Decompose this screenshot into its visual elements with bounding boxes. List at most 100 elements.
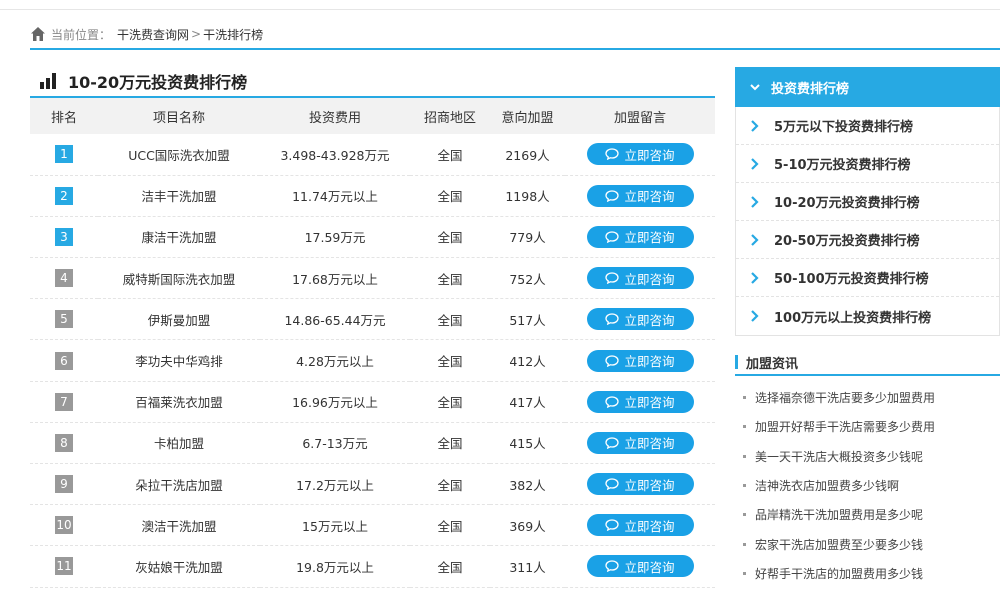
news-item[interactable]: 好帮手干洗店的加盟费用多少钱 (735, 559, 1000, 588)
consult-button[interactable]: 立即咨询 (586, 143, 694, 166)
project-name[interactable]: 伊斯曼加盟 (98, 298, 260, 341)
news-item-label: 美一天干洗店大概投资多少钱呢 (755, 449, 924, 464)
project-name[interactable]: 澳洁干洗加盟 (98, 504, 260, 547)
sidebar-item[interactable]: 20-50万元投资费排行榜 (736, 221, 999, 259)
project-name[interactable]: 卡柏加盟 (98, 422, 260, 465)
intent-count: 517人 (490, 298, 565, 341)
table-row: 2 洁丰干洗加盟 11.74万元以上 全国 1198人 立即咨询 (30, 175, 715, 217)
consult-button[interactable]: 立即咨询 (586, 184, 694, 207)
region: 全国 (410, 257, 490, 300)
chevron-right-icon (751, 195, 759, 208)
chat-bubble-icon (605, 313, 620, 326)
message-cell: 立即咨询 (565, 463, 715, 506)
project-name[interactable]: UCC国际洗衣加盟 (98, 134, 260, 176)
rank-cell: 10 (30, 504, 98, 547)
news-header-mark (735, 355, 738, 369)
project-name[interactable]: 朵拉干洗店加盟 (98, 463, 260, 506)
intent-count: 417人 (490, 381, 565, 423)
news-item[interactable]: 美一天干洗店大概投资多少钱呢 (735, 442, 1000, 471)
consult-button[interactable]: 立即咨询 (586, 349, 694, 372)
project-name[interactable]: 康洁干洗加盟 (98, 216, 260, 259)
consult-button[interactable]: 立即咨询 (586, 225, 694, 248)
page-title: 10-20万元投资费排行榜 (68, 72, 248, 92)
investment-cost: 17.2万元以上 (260, 463, 410, 506)
rank-badge: 5 (55, 310, 73, 329)
column-header-region: 招商地区 (410, 98, 490, 134)
intent-count: 369人 (490, 504, 565, 547)
column-header-message: 加盟留言 (565, 98, 715, 134)
news-item-label: 品岸精洗干洗加盟费用是多少呢 (755, 508, 924, 523)
news-panel: 加盟资讯 选择福奈德干洗店要多少加盟费用 加盟开好帮手干洗店需要多少费用美一天干洗… (735, 350, 1000, 588)
breadcrumb-separator: > (191, 27, 202, 41)
rank-badge: 10 (55, 516, 73, 535)
consult-button[interactable]: 立即咨询 (586, 555, 694, 578)
consult-button[interactable]: 立即咨询 (586, 308, 694, 331)
investment-cost: 19.8万元以上 (260, 545, 410, 588)
intent-count: 382人 (490, 463, 565, 506)
chat-bubble-icon (605, 519, 620, 532)
investment-cost: 3.498-43.928万元 (260, 134, 410, 176)
sidebar-item-label: 5万元以下投资费排行榜 (774, 120, 914, 135)
sidebar-item[interactable]: 50-100万元投资费排行榜 (736, 259, 999, 297)
breadcrumb-link-ranking[interactable]: 干洗排行榜 (203, 26, 263, 43)
bullet-icon (743, 484, 746, 488)
investment-cost: 14.86-65.44万元 (260, 298, 410, 341)
rank-badge: 8 (55, 433, 73, 452)
project-name[interactable]: 百福莱洗衣加盟 (98, 381, 260, 423)
consult-button[interactable]: 立即咨询 (586, 514, 694, 537)
table-row: 7 百福莱洗衣加盟 16.96万元以上 全国 417人 立即咨询 (30, 381, 715, 423)
sidebar-item[interactable]: 10-20万元投资费排行榜 (736, 183, 999, 221)
table-row: 11 灰姑娘干洗加盟 19.8万元以上 全国 311人 立即咨询 (30, 545, 715, 588)
investment-cost: 4.28万元以上 (260, 339, 410, 382)
project-name[interactable]: 灰姑娘干洗加盟 (98, 545, 260, 588)
news-item-label: 好帮手干洗店的加盟费用多少钱 (755, 566, 924, 581)
sidebar-item[interactable]: 5万元以下投资费排行榜 (736, 107, 999, 145)
table-row: 5 伊斯曼加盟 14.86-65.44万元 全国 517人 立即咨询 (30, 298, 715, 341)
region: 全国 (410, 339, 490, 382)
news-title: 加盟资讯 (746, 356, 799, 372)
project-name[interactable]: 洁丰干洗加盟 (98, 175, 260, 217)
message-cell: 立即咨询 (565, 381, 715, 423)
consult-button-label: 立即咨询 (624, 436, 675, 452)
table-row: 10 澳洁干洗加盟 15万元以上 全国 369人 立即咨询 (30, 504, 715, 547)
sidebar-item-label: 100万元以上投资费排行榜 (774, 310, 932, 326)
rank-cell: 1 (30, 134, 98, 176)
consult-button[interactable]: 立即咨询 (586, 431, 694, 454)
bullet-icon (743, 454, 746, 458)
rank-badge: 11 (55, 557, 73, 576)
region: 全国 (410, 504, 490, 547)
sidebar-item[interactable]: 5-10万元投资费排行榜 (736, 145, 999, 183)
consult-button-label: 立即咨询 (624, 395, 675, 411)
rank-badge: 1 (55, 145, 73, 164)
news-item[interactable]: 品岸精洗干洗加盟费用是多少呢 (735, 500, 1000, 529)
rank-cell: 7 (30, 381, 98, 423)
sidebar-item[interactable]: 100万元以上投资费排行榜 (736, 297, 999, 335)
column-header-rank: 排名 (30, 98, 98, 134)
news-item[interactable]: 加盟开好帮手干洗店需要多少费用 (735, 412, 1000, 441)
breadcrumb-link-home[interactable]: 干洗费查询网 (117, 26, 189, 43)
consult-button[interactable]: 立即咨询 (586, 267, 694, 290)
project-name[interactable]: 威特斯国际洗衣加盟 (98, 257, 260, 300)
news-item[interactable]: 洁神洗衣店加盟费多少钱啊 (735, 471, 1000, 500)
sidebar-header[interactable]: 投资费排行榜 (735, 67, 1000, 107)
consult-button[interactable]: 立即咨询 (586, 473, 694, 496)
message-cell: 立即咨询 (565, 257, 715, 300)
region: 全国 (410, 381, 490, 423)
project-name[interactable]: 李功夫中华鸡排 (98, 339, 260, 382)
column-header-intent: 意向加盟 (490, 98, 565, 134)
consult-button[interactable]: 立即咨询 (586, 390, 694, 413)
table-row: 8 卡柏加盟 6.7-13万元 全国 415人 立即咨询 (30, 422, 715, 465)
bar-chart-icon (40, 72, 58, 89)
region: 全国 (410, 422, 490, 465)
chat-bubble-icon (605, 354, 620, 367)
news-item[interactable]: 宏家干洗店加盟费至少要多少钱 (735, 529, 1000, 558)
news-item[interactable]: 选择福奈德干洗店要多少加盟费用 (735, 383, 1000, 412)
rank-badge: 9 (55, 475, 73, 494)
chevron-right-icon (751, 119, 759, 132)
bullet-icon (743, 542, 746, 546)
sidebar-item-label: 5-10万元投资费排行榜 (774, 158, 911, 173)
region: 全国 (410, 463, 490, 506)
message-cell: 立即咨询 (565, 134, 715, 176)
message-cell: 立即咨询 (565, 545, 715, 588)
news-item-label: 宏家干洗店加盟费至少要多少钱 (755, 537, 924, 552)
